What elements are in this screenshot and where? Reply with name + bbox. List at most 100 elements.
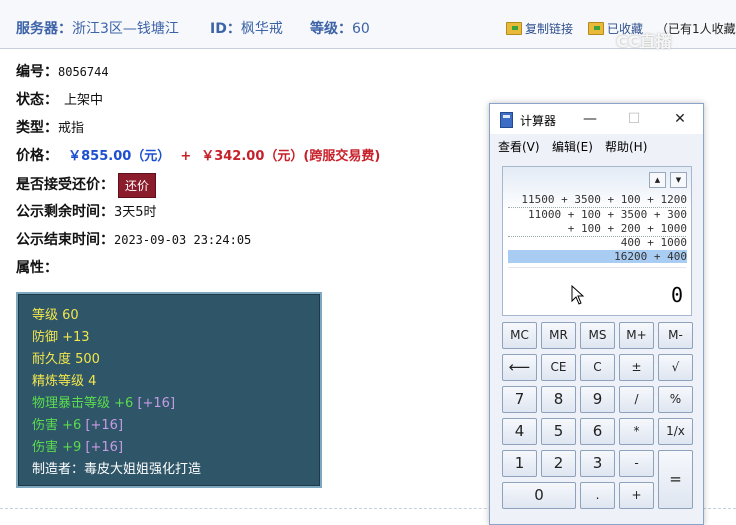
- display-divider: [508, 267, 686, 268]
- attribute-panel: 等级 60 防御 +13 耐久度 500 精炼等级 4 物理暴击等级 +6 [+…: [16, 292, 322, 488]
- top-bar: 服务器：浙江3区—钱塘江 ID：枫华戒 等级：60 复制链接 已收藏 （已有1人…: [0, 0, 736, 51]
- history-line[interactable]: 11000 + 100 + 3500 + 300: [528, 208, 687, 221]
- level-value: 60: [352, 21, 370, 37]
- close-icon[interactable]: ✕: [668, 108, 692, 130]
- key-0[interactable]: 0: [502, 482, 576, 509]
- calculator-menubar: 查看(V) 编辑(E) 帮助(H): [490, 135, 703, 157]
- server-info: 服务器：浙江3区—钱塘江: [16, 18, 179, 38]
- item-number-row: 编号：8056744: [16, 61, 109, 81]
- key-3[interactable]: 3: [580, 450, 615, 477]
- attr-damage-2-extra: [+16]: [85, 440, 124, 455]
- attr-level: 等级 60: [32, 308, 79, 323]
- history-line[interactable]: 11500 + 3500 + 100 + 1200: [521, 193, 687, 206]
- server-value: 浙江3区—钱塘江: [72, 21, 179, 37]
- status-label: 状态：: [16, 92, 58, 108]
- attr-refine: 精炼等级 4: [32, 374, 97, 389]
- level-label: 等级：: [310, 21, 352, 37]
- favorite-icon: [588, 22, 604, 35]
- key-reciprocal[interactable]: 1/x: [658, 418, 693, 445]
- type-value: 戒指: [58, 121, 85, 136]
- result-value: 0: [670, 283, 683, 307]
- calculator-display: ▲ ▼ 11500 + 3500 + 100 + 1200 11000 + 10…: [502, 166, 692, 316]
- key-sqrt[interactable]: √: [658, 354, 693, 381]
- history-scroll-down-icon[interactable]: ▼: [670, 172, 687, 188]
- attr-damage-2-text: 伤害 +9: [32, 440, 82, 455]
- key-2[interactable]: 2: [541, 450, 576, 477]
- attr-defense: 防御 +13: [32, 330, 90, 345]
- minimize-icon[interactable]: —: [578, 108, 602, 130]
- key-m-plus[interactable]: M+: [619, 322, 654, 349]
- calculator-app-icon: [500, 112, 513, 128]
- key-percent[interactable]: %: [658, 386, 693, 413]
- attr-durability: 耐久度 500: [32, 352, 100, 367]
- attr-crit: 物理暴击等级 +6 [+16]: [32, 392, 175, 411]
- key-1[interactable]: 1: [502, 450, 537, 477]
- maximize-icon: ☐: [627, 111, 641, 127]
- attr-damage-1: 伤害 +6 [+16]: [32, 414, 123, 433]
- key-add[interactable]: +: [619, 482, 654, 509]
- attr-maker: 制造者：毒皮大姐姐强化打造: [32, 462, 202, 477]
- attr-damage-1-extra: [+16]: [85, 418, 124, 433]
- attr-crit-extra: [+16]: [137, 396, 176, 411]
- price-value: ￥855.00（元）: [68, 149, 171, 164]
- key-backspace[interactable]: ⟵: [502, 354, 537, 381]
- key-plus-minus[interactable]: ±: [619, 354, 654, 381]
- key-5[interactable]: 5: [541, 418, 576, 445]
- key-mc[interactable]: MC: [502, 322, 537, 349]
- remaining-time-value: 3天5时: [114, 205, 157, 220]
- key-ms[interactable]: MS: [580, 322, 615, 349]
- attr-damage-2: 伤害 +9 [+16]: [32, 436, 123, 455]
- key-9[interactable]: 9: [580, 386, 615, 413]
- end-time-row: 公示结束时间：2023-09-03 23:24:05: [16, 229, 251, 249]
- item-number-label: 编号：: [16, 64, 58, 80]
- history-line[interactable]: + 100 + 200 + 1000: [568, 222, 687, 235]
- attr-crit-text: 物理暴击等级 +6: [32, 396, 134, 411]
- price-row: 价格： ￥855.00（元） + ￥342.00（元）(跨服交易费): [16, 145, 380, 165]
- copy-link-icon: [506, 22, 522, 35]
- history-line-selected[interactable]: 16200 + 400: [508, 250, 687, 263]
- key-multiply[interactable]: *: [619, 418, 654, 445]
- type-label: 类型：: [16, 120, 58, 136]
- server-label: 服务器：: [16, 21, 72, 37]
- key-decimal[interactable]: .: [580, 482, 615, 509]
- copy-link-button[interactable]: 复制链接: [506, 20, 573, 37]
- menu-view[interactable]: 查看(V): [498, 138, 540, 155]
- remaining-time-row: 公示剩余时间：3天5时: [16, 201, 157, 221]
- history-line[interactable]: 400 + 1000: [621, 236, 687, 249]
- id-label: ID：: [210, 21, 241, 37]
- key-equals[interactable]: =: [658, 450, 693, 509]
- key-4[interactable]: 4: [502, 418, 537, 445]
- fee-value: ￥342.00（元）(跨服交易费): [201, 149, 381, 164]
- counter-offer-label: 是否接受还价：: [16, 177, 114, 193]
- key-ce[interactable]: CE: [541, 354, 576, 381]
- key-c[interactable]: C: [580, 354, 615, 381]
- status-value: 上架中: [64, 93, 104, 108]
- level-info: 等级：60: [310, 18, 370, 38]
- key-m-minus[interactable]: M-: [658, 322, 693, 349]
- attr-damage-1-text: 伤害 +6: [32, 418, 82, 433]
- menu-help[interactable]: 帮助(H): [605, 138, 647, 155]
- end-time-value: 2023-09-03 23:24:05: [114, 233, 252, 247]
- key-divide[interactable]: /: [619, 386, 654, 413]
- status-row: 状态： 上架中: [16, 89, 103, 109]
- attributes-row: 属性：: [16, 257, 58, 277]
- counter-offer-row: 是否接受还价： 还价: [16, 173, 157, 198]
- key-8[interactable]: 8: [541, 386, 576, 413]
- end-time-label: 公示结束时间：: [16, 232, 114, 248]
- calculator-title: 计算器: [520, 114, 557, 128]
- id-info: ID：枫华戒: [210, 18, 283, 38]
- id-value: 枫华戒: [240, 21, 283, 37]
- menu-edit[interactable]: 编辑(E): [552, 138, 593, 155]
- key-subtract[interactable]: -: [619, 450, 654, 477]
- watermark-logo: CC直播: [616, 32, 672, 51]
- history-scroll-up-icon[interactable]: ▲: [649, 172, 666, 188]
- key-mr[interactable]: MR: [541, 322, 576, 349]
- price-label: 价格：: [16, 148, 58, 164]
- key-6[interactable]: 6: [580, 418, 615, 445]
- price-plus: +: [180, 149, 192, 164]
- counter-offer-button[interactable]: 还价: [118, 173, 157, 198]
- mouse-pointer-icon: [571, 285, 585, 305]
- key-7[interactable]: 7: [502, 386, 537, 413]
- remaining-time-label: 公示剩余时间：: [16, 204, 114, 220]
- calculator-titlebar[interactable]: 计算器 — ☐ ✕: [490, 104, 703, 134]
